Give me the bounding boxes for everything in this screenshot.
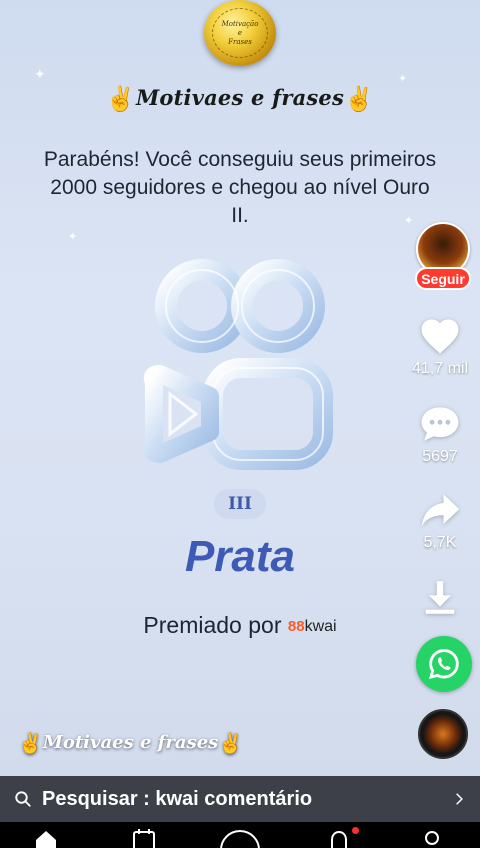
search-label: Pesquisar : kwai comentário (42, 787, 313, 810)
chevron-right-icon (456, 793, 463, 805)
profile-icon[interactable] (420, 828, 444, 848)
search-icon (15, 791, 31, 807)
sparkle-decoration: ✦ (34, 66, 46, 82)
seal-text: Motivação (221, 19, 259, 28)
kwai-brand-text: kwai (304, 618, 337, 635)
follow-button[interactable]: Seguir (415, 267, 471, 290)
seal-text: e (237, 28, 243, 37)
like-button[interactable]: 41,7 mil (400, 316, 480, 378)
download-button[interactable] (400, 578, 480, 616)
brand-title-text: Motivaes e frases (135, 85, 345, 110)
create-button-icon[interactable] (218, 828, 262, 848)
calendar-icon[interactable] (132, 828, 156, 848)
kwai-mini-logo: 88kwai (288, 618, 337, 635)
comment-icon (421, 407, 459, 441)
seal-text: Frases (228, 37, 252, 46)
channel-seal-logo: Motivação e Frases (204, 0, 276, 66)
heart-icon (421, 319, 459, 354)
victory-hand-icon: ✌ (218, 731, 244, 755)
whatsapp-share-button[interactable] (416, 636, 472, 692)
kwai-glyph-icon: 88 (287, 618, 305, 635)
sparkle-decoration: ✦ (68, 231, 78, 243)
action-rail: Seguir 41,7 mil 5697 5,7K (400, 0, 480, 848)
tier-roman-badge: III (214, 489, 266, 519)
music-disc-avatar[interactable] (418, 709, 468, 759)
notifications-bell-icon[interactable] (327, 828, 351, 848)
victory-hand-icon: ✌ (105, 84, 136, 113)
download-icon (425, 581, 455, 614)
share-count: 5,7K (423, 534, 457, 551)
victory-hand-icon: ✌ (344, 84, 375, 113)
video-caption: ✌Motivaes e frases✌ (18, 731, 243, 755)
comment-search-bar[interactable]: Pesquisar : kwai comentário (0, 776, 480, 822)
like-count: 41,7 mil (411, 360, 469, 377)
comment-button[interactable]: 5697 (400, 404, 480, 466)
awarded-by-text: Premiado por (143, 612, 282, 638)
notification-dot (352, 827, 359, 834)
whatsapp-icon (428, 649, 459, 680)
kwai-logo-icon (140, 256, 340, 476)
comment-count: 5697 (422, 448, 458, 465)
share-button[interactable]: 5,7K (400, 490, 480, 552)
congrats-message: Parabéns! Você conseguiu seus primeiros … (43, 148, 437, 227)
share-arrow-icon (421, 494, 460, 527)
victory-hand-icon: ✌ (18, 731, 43, 755)
home-icon[interactable] (33, 828, 59, 848)
caption-text: Motivaes e frases (42, 732, 219, 753)
bottom-nav (0, 822, 480, 848)
